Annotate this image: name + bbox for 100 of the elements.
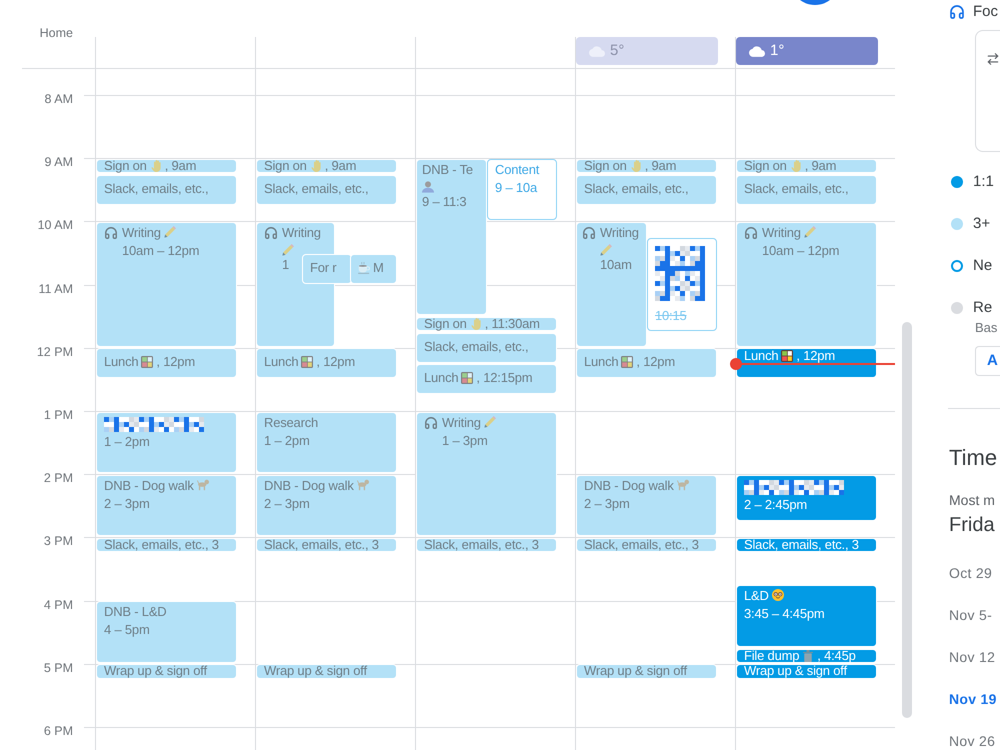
waving-hand-icon [470, 318, 482, 330]
cloud-icon [749, 46, 765, 56]
calendar-event[interactable]: Lunch , 12pm [736, 348, 877, 378]
time-label: 8 AM [44, 91, 73, 107]
legend-note: Bas [975, 320, 998, 336]
calendar-event[interactable]: DNB - Dog walk 2 – 3pm [576, 474, 717, 536]
week-link[interactable]: Nov 5- [949, 608, 992, 622]
calendar-event[interactable]: Sign on , 9am [256, 158, 397, 173]
calendar-event[interactable]: Slack, emails, etc., 3 [736, 538, 877, 552]
dog-icon [196, 478, 209, 491]
calendar-event[interactable]: Lunch , 12pm [96, 348, 237, 378]
time-label: 5 PM [44, 660, 73, 676]
headphones-icon [264, 226, 278, 240]
calendar-event[interactable]: Sign on , 9am [736, 158, 877, 173]
week-link[interactable]: Oct 29 [949, 566, 992, 580]
calendar-event[interactable]: Wrap up & sign off [576, 664, 717, 679]
section-subtitle: Most m [949, 491, 995, 509]
pencil-icon [600, 244, 612, 256]
calendar-event[interactable]: Writing 1 – 3pm [416, 412, 557, 536]
calendar-event[interactable]: Writing 10am [576, 222, 647, 347]
calendar-event[interactable]: DNB - L&D 4 – 5pm [96, 601, 237, 663]
calendar-event[interactable]: Slack, emails, etc., 3 [256, 538, 397, 552]
calendar-event[interactable]: Slack, emails, etc., [96, 174, 237, 205]
calendar-event[interactable]: M [350, 254, 397, 284]
calendar-event[interactable]: Lunch , 12pm [256, 348, 397, 378]
calendar-event[interactable]: Writing 10am – 12pm [736, 222, 877, 347]
bento-box-icon [141, 356, 154, 368]
calendar-event[interactable]: Sign on , 9am [96, 158, 237, 173]
calendar-event[interactable]: DNB - Te 9 – 11:3 [416, 158, 487, 316]
calendar-event[interactable]: Slack, emails, etc., [416, 332, 557, 363]
week-link[interactable]: Nov 12 [949, 650, 996, 664]
calendar-event[interactable]: Lunch , 12:15pm [416, 364, 557, 394]
legend-label: Ne [973, 256, 992, 276]
calendar-event[interactable]: DNB - Dog walk 2 – 3pm [96, 474, 237, 536]
action-button[interactable]: A [975, 346, 1000, 376]
glasses-smiley-icon [772, 589, 784, 602]
week-link[interactable]: Nov 19 [949, 692, 997, 706]
calendar-event[interactable]: Research 1 – 2pm [256, 412, 397, 474]
bento-box-icon [461, 372, 474, 384]
calendar-event[interactable]: L&D 3:45 – 4:45pm [736, 585, 877, 647]
calendar-event[interactable]: Slack, emails, etc., [256, 174, 397, 205]
cloud-icon [589, 46, 605, 56]
headphones-icon [424, 416, 438, 430]
section-title: Time [949, 444, 998, 472]
headphones-icon [949, 4, 965, 20]
scrollbar-thumb[interactable] [902, 322, 912, 718]
calendar-event[interactable]: Slack, emails, etc., [736, 174, 877, 205]
headphones-icon [744, 226, 758, 240]
coffee-cup-icon [358, 262, 370, 274]
temperature: 1° [770, 42, 784, 60]
calendar-event[interactable]: Sign on , 11:30am [416, 316, 557, 331]
time-label: 3 PM [44, 533, 73, 550]
calendar-event[interactable]: For r [302, 254, 352, 284]
temperature: 5° [610, 42, 624, 60]
focus-label: Foc [973, 4, 998, 20]
bento-box-icon [301, 356, 314, 368]
time-label: 4 PM [44, 596, 73, 612]
calendar-event[interactable]: Slack, emails, etc., 3 [96, 538, 237, 552]
timezone-label: Home [40, 25, 73, 41]
waving-hand-icon [790, 160, 802, 172]
calendar-event[interactable]: Wrap up & sign off [256, 664, 397, 679]
calendar-event[interactable]: Writing 10am – 12pm [96, 222, 237, 347]
legend-label: 1:1 [973, 172, 994, 192]
calendar-event[interactable]: Lunch , 12pm [576, 348, 717, 378]
trash-can-icon [802, 650, 814, 662]
highlight-text: Frida [949, 513, 995, 537]
pencil-icon [164, 226, 176, 238]
calendar-event[interactable]: Wrap up & sign off [96, 664, 237, 679]
dog-icon [356, 478, 369, 491]
pencil-icon [484, 416, 496, 428]
time-label: 12 PM [36, 344, 73, 360]
calendar-event[interactable]: Slack, emails, etc., [576, 174, 717, 205]
legend-label: 3+ [973, 214, 990, 234]
calendar-event[interactable]: Slack, emails, etc., 3 [416, 538, 557, 552]
calendar-event[interactable]: 1 – 2pm [96, 412, 237, 474]
calendar-event[interactable]: 10:15 [647, 238, 717, 331]
calendar-event[interactable]: Wrap up & sign off [736, 664, 877, 679]
time-label: 9 AM [44, 154, 73, 170]
calendar-event[interactable]: DNB - Dog walk 2 – 3pm [256, 474, 397, 536]
time-label: 1 PM [44, 406, 73, 423]
calendar-event[interactable]: 2 – 2:45pm [736, 474, 877, 521]
calendar-event[interactable]: Slack, emails, etc., 3 [576, 538, 717, 552]
pencil-icon [804, 226, 816, 238]
waving-hand-icon [630, 160, 642, 172]
dog-icon [676, 478, 689, 491]
legend-label: Re [973, 298, 992, 318]
headphones-icon [582, 226, 596, 240]
bento-box-icon [781, 350, 794, 362]
headphones-icon [104, 226, 118, 240]
waving-hand-icon [150, 160, 162, 172]
calendar-event[interactable]: File dump , 4:45p [736, 648, 877, 663]
person-icon [422, 180, 434, 193]
week-link[interactable]: Nov 26 [949, 734, 996, 748]
waving-hand-icon [310, 160, 322, 172]
swap-arrows-icon [986, 52, 1000, 66]
calendar-event[interactable]: Sign on , 9am [576, 158, 717, 173]
time-label: 6 PM [44, 722, 73, 739]
time-label: 2 PM [44, 470, 73, 486]
calendar-event[interactable]: Content 9 – 10a [487, 158, 557, 220]
bento-box-icon [621, 356, 634, 368]
